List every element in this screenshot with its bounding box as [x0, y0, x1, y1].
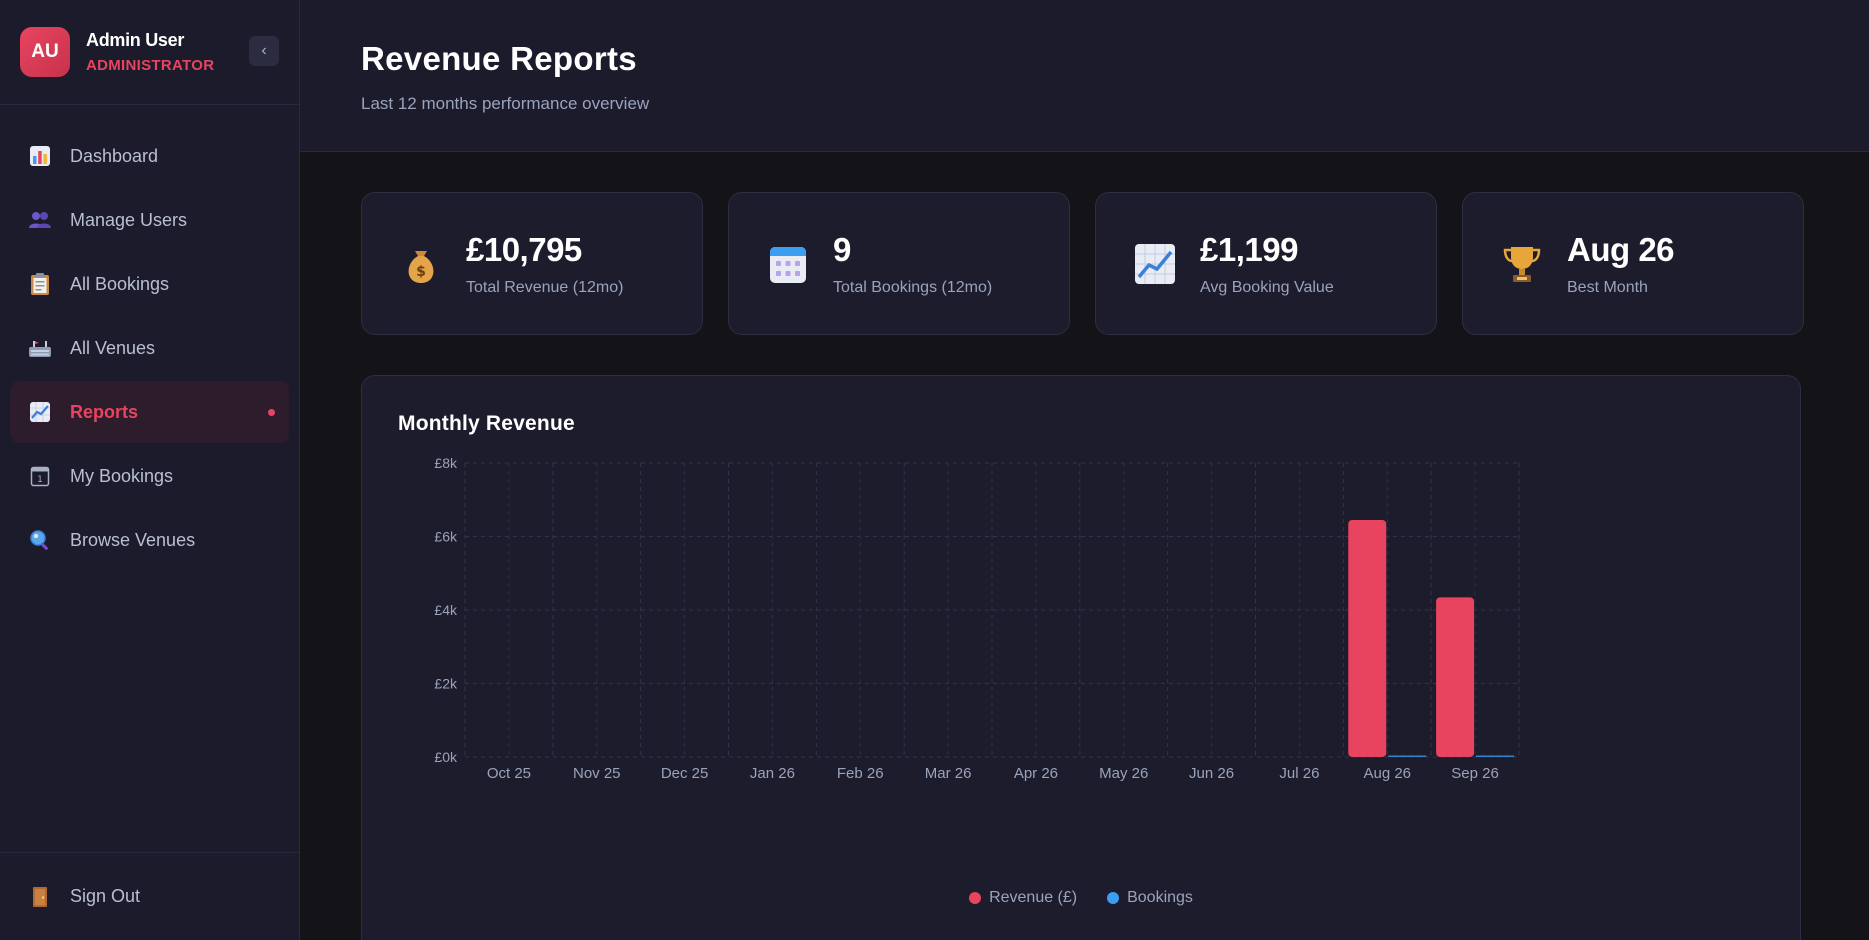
y-tick-label: £2k: [434, 676, 458, 692]
stat-label: Best Month: [1567, 278, 1648, 296]
stat-value: 9: [833, 230, 851, 268]
x-tick-label: May 26: [1099, 765, 1148, 782]
x-tick-label: Jan 26: [750, 765, 795, 782]
x-tick-label: Jun 26: [1189, 765, 1234, 782]
sign-out-label: Sign Out: [70, 886, 141, 906]
bar-bookings: [1388, 755, 1427, 757]
sidebar: AU Admin User ADMINISTRATOR ‹ Dashboard …: [0, 0, 300, 940]
legend-dot-bookings: [1107, 892, 1120, 904]
x-tick-label: Feb 26: [837, 765, 884, 782]
stadium-icon: [28, 336, 52, 360]
collapse-sidebar-button[interactable]: ‹: [249, 36, 279, 66]
trophy-icon: [1501, 243, 1543, 285]
sidebar-item-label: All Bookings: [70, 273, 170, 294]
calendar-icon: [767, 243, 809, 285]
money-bag-icon: $: [400, 243, 442, 285]
sidebar-item-label: Reports: [70, 401, 139, 422]
stats-row: $ £10,795 Total Revenue (12mo) 9 Total B…: [361, 192, 1804, 335]
chart-legend: Revenue (£) Bookings: [362, 889, 1800, 907]
sidebar-item-all-bookings[interactable]: All Bookings: [10, 253, 289, 315]
x-tick-label: Dec 25: [661, 765, 709, 782]
stat-label: Total Revenue (12mo): [466, 278, 624, 296]
user-profile: AU Admin User ADMINISTRATOR ‹: [0, 0, 299, 105]
legend-item-revenue[interactable]: Revenue (£): [969, 889, 1077, 907]
legend-label: Bookings: [1127, 889, 1193, 906]
x-tick-label: Apr 26: [1014, 765, 1058, 782]
stat-label: Total Bookings (12mo): [833, 278, 993, 296]
bar-chart-icon: [28, 144, 52, 168]
sidebar-item-manage-users[interactable]: Manage Users: [10, 189, 289, 251]
x-tick-label: Oct 25: [487, 765, 531, 782]
page-subtitle: Last 12 months performance overview: [361, 94, 650, 113]
stat-value: £10,795: [466, 230, 582, 268]
y-tick-label: £4k: [434, 602, 458, 618]
main-content: Revenue Reports Last 12 months performan…: [300, 0, 1869, 940]
svg-text:$: $: [416, 264, 426, 280]
sidebar-item-label: My Bookings: [70, 465, 174, 486]
x-tick-label: Nov 25: [573, 765, 621, 782]
y-tick-label: £6k: [434, 529, 458, 545]
x-tick-label: Aug 26: [1363, 765, 1411, 782]
chart-title: Monthly Revenue: [398, 412, 575, 435]
trend-chart-icon: [28, 400, 52, 424]
page-title: Revenue Reports: [361, 40, 637, 77]
legend-item-bookings[interactable]: Bookings: [1107, 889, 1193, 907]
users-icon: [28, 208, 52, 232]
stat-card-total-bookings: 9 Total Bookings (12mo): [728, 192, 1070, 335]
user-name: Admin User: [86, 30, 185, 50]
avatar: AU: [20, 27, 70, 77]
y-tick-label: £0k: [434, 749, 458, 765]
legend-label: Revenue (£): [989, 889, 1078, 906]
sidebar-item-all-venues[interactable]: All Venues: [10, 317, 289, 379]
stat-value: Aug 26: [1567, 230, 1675, 268]
stat-card-total-revenue: $ £10,795 Total Revenue (12mo): [361, 192, 703, 335]
stat-card-avg-booking-value: £1,199 Avg Booking Value: [1095, 192, 1437, 335]
sidebar-item-label: Browse Venues: [70, 529, 196, 550]
sidebar-item-my-bookings[interactable]: 1 My Bookings: [10, 445, 289, 507]
x-tick-label: Mar 26: [925, 765, 972, 782]
x-tick-label: Sep 26: [1451, 765, 1499, 782]
chevron-left-icon: ‹: [261, 42, 267, 59]
stat-value: £1,199: [1200, 230, 1298, 268]
sidebar-nav: Dashboard Manage Users All Bookings All …: [0, 105, 299, 852]
user-role: ADMINISTRATOR: [86, 57, 215, 74]
bar-revenue: [1436, 597, 1475, 757]
sidebar-footer: Sign Out: [0, 852, 299, 940]
active-indicator-dot: [268, 409, 275, 416]
door-icon: [28, 885, 52, 909]
sidebar-item-dashboard[interactable]: Dashboard: [10, 125, 289, 187]
page-header: Revenue Reports Last 12 months performan…: [300, 0, 1869, 152]
monthly-revenue-chart-card: £0k £2k £4k £6k £8k Oct 25 Nov 25 Dec 25 Jan 26 F…: [361, 375, 1801, 940]
sidebar-item-label: Dashboard: [70, 145, 159, 166]
sidebar-item-label: All Venues: [70, 337, 156, 358]
calendar-icon: 1: [28, 464, 52, 488]
bar-revenue: [1348, 519, 1387, 757]
sidebar-item-reports[interactable]: Reports: [10, 381, 289, 443]
svg-text:1: 1: [37, 475, 43, 485]
magnifier-icon: [28, 528, 52, 552]
trend-chart-icon: [1134, 243, 1176, 285]
bar-bookings: [1476, 755, 1515, 757]
sidebar-item-browse-venues[interactable]: Browse Venues: [10, 509, 289, 571]
y-tick-label: £8k: [434, 455, 458, 471]
x-tick-label: Jul 26: [1279, 765, 1319, 782]
sidebar-item-label: Manage Users: [70, 209, 188, 230]
stat-label: Avg Booking Value: [1200, 278, 1334, 296]
monthly-revenue-chart: £0k £2k £4k £6k £8k Oct 25 Nov 25 Dec 25 Jan 26 F…: [434, 455, 1520, 782]
sign-out-button[interactable]: Sign Out: [10, 866, 289, 928]
stat-card-best-month: Aug 26 Best Month: [1462, 192, 1804, 335]
legend-dot-revenue: [969, 892, 982, 904]
clipboard-icon: [28, 272, 52, 296]
